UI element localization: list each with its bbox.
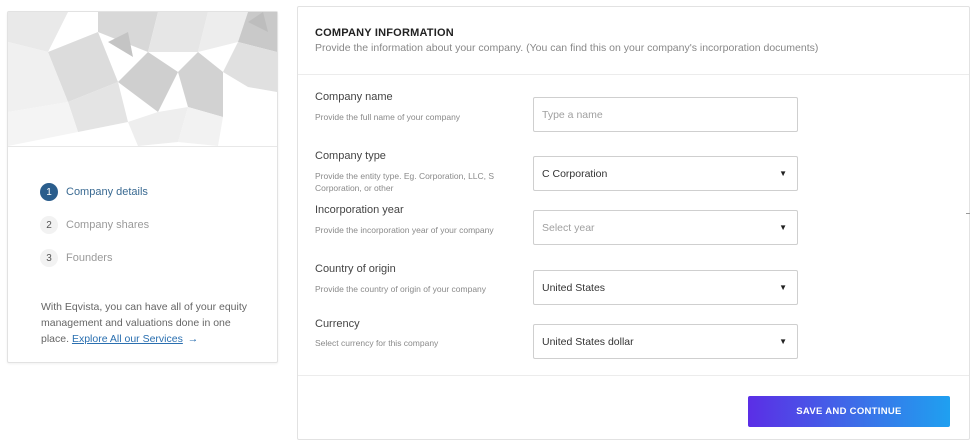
form-title: COMPANY INFORMATION <box>315 27 454 39</box>
company-type-value: C Corporation <box>542 167 608 180</box>
save-and-continue-button[interactable]: SAVE AND CONTINUE <box>748 396 950 427</box>
decorative-banner <box>8 12 277 146</box>
company-name-field[interactable] <box>533 97 798 132</box>
incorporation-year-help: Provide the incorporation year of your c… <box>315 225 494 235</box>
progress-steps: 1 Company details 2 Company shares 3 Fou… <box>40 182 149 281</box>
form-header: COMPANY INFORMATION Provide the informat… <box>298 7 969 75</box>
step-company-shares[interactable]: 2 Company shares <box>40 215 149 235</box>
services-note: With Eqvista, you can have all of your e… <box>41 299 256 347</box>
country-value: United States <box>542 281 606 294</box>
company-name-input[interactable] <box>542 108 787 121</box>
arrow-right-icon[interactable]: → <box>188 333 199 345</box>
step-company-details[interactable]: 1 Company details <box>40 182 149 202</box>
country-select[interactable]: United States ▼ <box>533 270 798 305</box>
caret-down-icon: ▼ <box>779 223 787 232</box>
company-name-label: Company name <box>315 91 393 103</box>
edge-divider <box>966 213 970 214</box>
caret-down-icon: ▼ <box>779 283 787 292</box>
sidebar-divider <box>8 146 277 147</box>
step-label: Company shares <box>66 219 150 231</box>
step-label: Founders <box>66 252 113 264</box>
incorporation-year-label: Incorporation year <box>315 204 404 216</box>
currency-label: Currency <box>315 318 360 330</box>
company-type-select[interactable]: C Corporation ▼ <box>533 156 798 191</box>
company-type-help: Provide the entity type. Eg. Corporation… <box>315 171 495 193</box>
currency-help: Select currency for this company <box>315 338 439 348</box>
currency-value: United States dollar <box>542 335 634 348</box>
footer-divider <box>298 375 969 376</box>
explore-services-link[interactable]: Explore All our Services <box>72 333 183 345</box>
company-type-label: Company type <box>315 150 386 162</box>
step-number: 3 <box>40 249 58 267</box>
country-help: Provide the country of origin of your co… <box>315 284 487 294</box>
step-number: 1 <box>40 183 58 201</box>
incorporation-year-select[interactable]: Select year ▼ <box>533 210 798 245</box>
step-founders[interactable]: 3 Founders <box>40 248 149 268</box>
steps-sidebar: 1 Company details 2 Company shares 3 Fou… <box>7 11 278 363</box>
company-information-form: COMPANY INFORMATION Provide the informat… <box>297 6 970 440</box>
caret-down-icon: ▼ <box>779 169 787 178</box>
geometric-pattern-image <box>8 12 277 146</box>
currency-select[interactable]: United States dollar ▼ <box>533 324 798 359</box>
step-label: Company details <box>66 186 148 198</box>
form-subtitle: Provide the information about your compa… <box>315 42 819 54</box>
step-number: 2 <box>40 216 58 234</box>
caret-down-icon: ▼ <box>779 337 787 346</box>
incorporation-year-value: Select year <box>542 221 595 234</box>
country-label: Country of origin <box>315 263 396 275</box>
company-name-help: Provide the full name of your company <box>315 112 461 122</box>
